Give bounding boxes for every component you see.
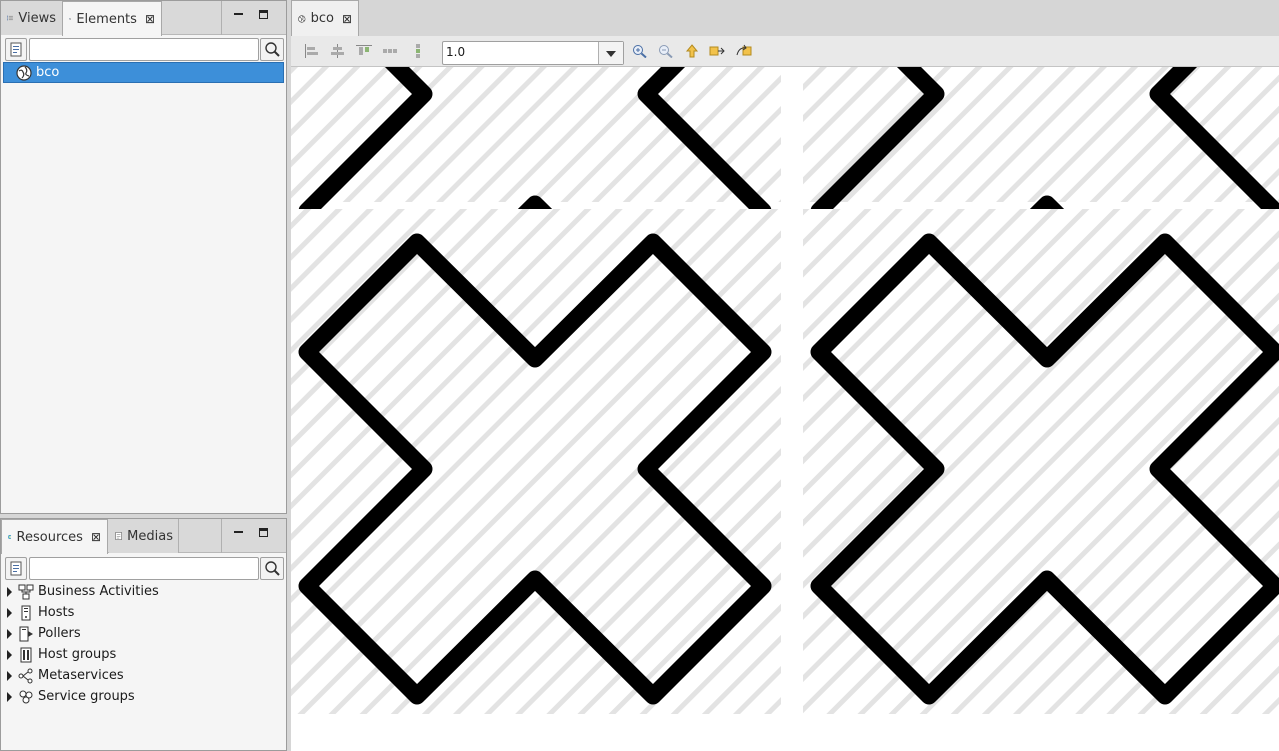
align-center-icon[interactable] [330, 44, 346, 58]
expand-arrow-icon[interactable] [7, 628, 12, 639]
minimize-button[interactable] [229, 7, 249, 27]
tab-elements-label: Elements [76, 11, 137, 27]
elements-filter-input[interactable] [29, 38, 259, 61]
tree-item-label: Service groups [38, 689, 135, 704]
metaservice-icon [18, 668, 33, 683]
expand-arrow-icon[interactable] [7, 691, 12, 702]
elements-search-button[interactable] [260, 38, 284, 61]
resources-search-button[interactable] [260, 557, 284, 580]
tab-views[interactable]: Views [1, 1, 62, 35]
tree-item-label: Business Activities [38, 584, 159, 599]
maximize-button[interactable] [255, 525, 275, 545]
filter-options-button[interactable] [5, 38, 27, 61]
tab-separator [221, 519, 222, 553]
globe-icon [298, 14, 306, 23]
missing-image-placeholder[interactable] [803, 209, 1279, 714]
align-top-icon[interactable] [356, 44, 372, 58]
tree-item-label: Hosts [38, 605, 75, 620]
tab-resources[interactable]: Resources ⊠ [1, 519, 108, 554]
missing-image-placeholder[interactable] [291, 209, 781, 714]
zoom-combo[interactable]: 1.0 [442, 41, 624, 65]
export-icon[interactable] [709, 44, 725, 58]
tab-views-label: Views [18, 10, 56, 26]
tree-item-bco[interactable]: bco [3, 62, 284, 83]
tab-resources-label: Resources [16, 529, 83, 545]
tree-item-host-groups[interactable]: Host groups [3, 644, 284, 665]
search-icon [265, 42, 280, 57]
poller-icon [19, 626, 33, 641]
zoom-value: 1.0 [446, 45, 466, 59]
diagram-canvas[interactable] [291, 67, 1279, 751]
tree-item-label: bco [36, 65, 60, 80]
expand-arrow-icon[interactable] [7, 607, 12, 618]
tab-elements[interactable]: Elements ⊠ [62, 1, 162, 36]
zoom-in-icon[interactable] [632, 44, 648, 58]
tree-item-label: Metaservices [38, 668, 124, 683]
chevron-down-icon[interactable] [598, 42, 623, 64]
expand-arrow-icon[interactable] [7, 670, 12, 681]
expand-arrow-icon[interactable] [7, 649, 12, 660]
go-up-icon[interactable] [684, 44, 700, 58]
import-icon[interactable] [736, 44, 752, 58]
zoom-out-icon[interactable] [658, 44, 674, 58]
resources-filter-input[interactable] [29, 557, 259, 580]
resources-view-tabbar: Resources ⊠ Medias [1, 519, 286, 554]
expand-arrow-icon[interactable] [7, 586, 12, 597]
host-group-icon [20, 647, 32, 662]
tree-item-metaservices[interactable]: Metaservices [3, 665, 284, 686]
tab-editor-bco[interactable]: bco ⊠ [291, 0, 359, 36]
search-icon [265, 561, 280, 576]
globe-icon [16, 64, 32, 81]
filter-options-button[interactable] [5, 557, 27, 580]
distribute-vertical-icon[interactable] [410, 44, 426, 58]
resources-view: Resources ⊠ Medias Business Activities H… [0, 518, 287, 751]
editor-tabbar: bco ⊠ [291, 0, 1279, 36]
maximize-button[interactable] [255, 7, 275, 27]
centreon-logo-icon [8, 535, 12, 539]
tab-medias-label: Medias [127, 528, 173, 544]
service-group-icon [19, 690, 33, 703]
close-icon[interactable]: ⊠ [342, 12, 352, 26]
tree-item-label: Host groups [38, 647, 117, 662]
tab-separator [221, 1, 222, 35]
host-server-icon [21, 605, 31, 620]
close-icon[interactable]: ⊠ [145, 12, 155, 26]
elements-view: Views Elements ⊠ bco [0, 0, 287, 514]
tree-item-business-activities[interactable]: Business Activities [3, 581, 284, 602]
media-file-icon [115, 532, 122, 540]
document-icon [10, 561, 22, 576]
business-activity-icon [18, 584, 34, 599]
document-icon [10, 42, 22, 57]
tree-icon [69, 18, 72, 20]
align-left-icon[interactable] [304, 44, 320, 58]
tree-item-hosts[interactable]: Hosts [3, 602, 284, 623]
tree-item-pollers[interactable]: Pollers [3, 623, 284, 644]
diagram-drawing [291, 67, 1279, 714]
distribute-horizontal-icon[interactable] [382, 44, 398, 58]
tab-medias[interactable]: Medias [109, 519, 179, 553]
close-icon[interactable]: ⊠ [91, 530, 101, 544]
editor-tab-label: bco [310, 11, 334, 26]
editor-toolbar: 1.0 [291, 36, 1279, 67]
tree-item-label: Pollers [38, 626, 81, 641]
tab-separator [178, 519, 179, 553]
tree-item-service-groups[interactable]: Service groups [3, 686, 284, 707]
list-icon [7, 15, 13, 21]
elements-view-tabbar: Views Elements ⊠ [1, 1, 286, 36]
minimize-button[interactable] [229, 525, 249, 545]
